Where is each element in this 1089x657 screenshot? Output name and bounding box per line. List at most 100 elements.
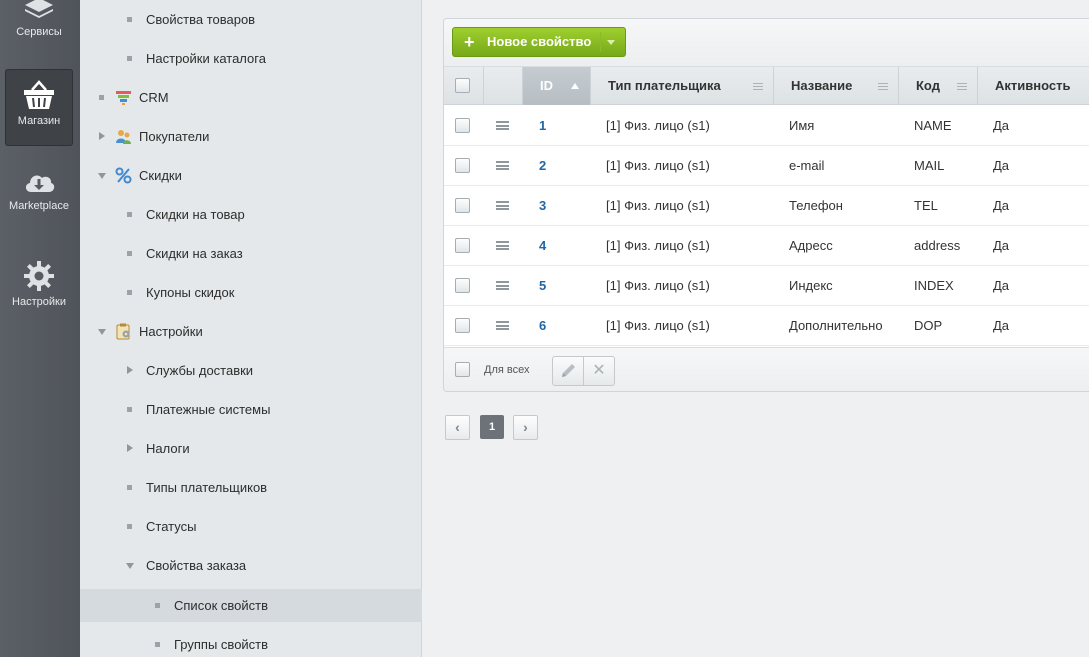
chevron-right-icon[interactable] xyxy=(127,366,133,374)
header-select-all xyxy=(444,67,484,105)
table-row[interactable]: 2 [1] Физ. лицо (s1) e-mail MAIL Да xyxy=(444,146,1089,186)
next-page-button[interactable]: › xyxy=(513,415,538,440)
menu-item-customers[interactable]: Покупатели xyxy=(80,120,422,153)
bullet-icon xyxy=(127,407,132,412)
bullet-icon xyxy=(127,56,132,61)
cell-id[interactable]: 1 xyxy=(539,106,546,146)
menu-item-discounts[interactable]: Скидки xyxy=(80,159,422,192)
bullet-icon xyxy=(127,251,132,256)
row-menu-icon[interactable] xyxy=(496,241,509,250)
select-all-checkbox[interactable] xyxy=(455,78,470,93)
menu-item-product-discounts[interactable]: Скидки на товар xyxy=(80,198,422,231)
cell-payer-type: [1] Физ. лицо (s1) xyxy=(606,318,710,333)
cell-id[interactable]: 2 xyxy=(539,146,546,186)
menu-item-payment-systems[interactable]: Платежные системы xyxy=(80,393,422,426)
menu-item-settings[interactable]: Настройки xyxy=(80,315,422,348)
rail-item-marketplace[interactable]: Marketplace xyxy=(5,168,73,228)
settings-clipboard-icon xyxy=(116,323,130,340)
table-row[interactable]: 1 [1] Физ. лицо (s1) Имя NAME Да xyxy=(444,106,1089,146)
cell-name: Телефон xyxy=(789,198,843,213)
button-separator xyxy=(600,32,601,52)
menu-item-catalog-settings[interactable]: Настройки каталога xyxy=(80,42,422,75)
cell-code: NAME xyxy=(914,118,952,133)
current-page[interactable]: 1 xyxy=(480,415,504,439)
cell-code: TEL xyxy=(914,198,938,213)
menu-item-statuses[interactable]: Статусы xyxy=(80,510,422,543)
row-checkbox[interactable] xyxy=(455,158,470,173)
bullet-icon xyxy=(127,485,132,490)
chevron-right-icon[interactable] xyxy=(127,444,133,452)
table-header: ID Тип плательщика Название Код Активнос… xyxy=(444,67,1089,105)
menu-item-order-properties[interactable]: Свойства заказа xyxy=(80,549,422,582)
cell-payer-type: [1] Физ. лицо (s1) xyxy=(606,278,710,293)
for-all-label: Для всех xyxy=(484,364,530,376)
row-checkbox[interactable] xyxy=(455,238,470,253)
rail-item-settings[interactable]: Настройки xyxy=(5,260,73,320)
table-row[interactable]: 6 [1] Физ. лицо (s1) Дополнительно DOP Д… xyxy=(444,306,1089,346)
row-menu-icon[interactable] xyxy=(496,201,509,210)
menu-item-property-groups[interactable]: Группы свойств xyxy=(80,628,422,657)
cell-active: Да xyxy=(993,158,1010,173)
column-menu-icon[interactable] xyxy=(957,83,967,90)
menu-item-delivery[interactable]: Службы доставки xyxy=(80,354,422,387)
column-header-code[interactable]: Код xyxy=(899,67,978,105)
bullet-icon xyxy=(99,95,104,100)
cell-code: MAIL xyxy=(914,158,945,173)
row-checkbox[interactable] xyxy=(455,118,470,133)
menu-item-product-properties[interactable]: Свойства товаров xyxy=(80,3,422,36)
cell-name: Индекс xyxy=(789,278,833,293)
cell-code: DOP xyxy=(914,318,943,333)
row-checkbox[interactable] xyxy=(455,198,470,213)
menu-item-crm[interactable]: CRM xyxy=(80,81,422,114)
cell-id[interactable]: 3 xyxy=(539,186,546,226)
bullet-icon xyxy=(127,17,132,22)
for-all-checkbox[interactable] xyxy=(455,362,470,377)
cell-payer-type: [1] Физ. лицо (s1) xyxy=(606,198,710,213)
rail-label-shop: Магазин xyxy=(17,115,61,127)
cell-active: Да xyxy=(993,318,1010,333)
row-checkbox[interactable] xyxy=(455,318,470,333)
menu-item-order-discounts[interactable]: Скидки на заказ xyxy=(80,237,422,270)
chevron-right-icon[interactable] xyxy=(99,132,105,140)
cell-id[interactable]: 5 xyxy=(539,266,546,306)
chevron-down-icon[interactable] xyxy=(126,563,134,569)
dropdown-arrow-icon[interactable] xyxy=(607,40,615,45)
column-menu-icon[interactable] xyxy=(753,83,763,90)
row-menu-icon[interactable] xyxy=(496,281,509,290)
cell-active: Да xyxy=(993,278,1010,293)
rail-item-services[interactable]: Сервисы xyxy=(5,0,73,48)
sort-ascending-icon xyxy=(571,83,579,89)
table-row[interactable]: 3 [1] Физ. лицо (s1) Телефон TEL Да xyxy=(444,186,1089,226)
cell-active: Да xyxy=(993,198,1010,213)
chevron-down-icon[interactable] xyxy=(98,329,106,335)
delete-button[interactable]: ✕ xyxy=(583,356,615,386)
main-content: + Новое свойство ID Тип плательщика Назв… xyxy=(423,0,1089,657)
table-row[interactable]: 4 [1] Физ. лицо (s1) Адресс address Да xyxy=(444,226,1089,266)
row-menu-icon[interactable] xyxy=(496,121,509,130)
row-menu-icon[interactable] xyxy=(496,321,509,330)
crm-funnel-icon xyxy=(116,91,131,105)
menu-item-coupons[interactable]: Купоны скидок xyxy=(80,276,422,309)
customers-icon xyxy=(116,130,131,144)
grid-footer: Для всех ✕ xyxy=(444,347,1089,391)
new-property-button[interactable]: + Новое свойство xyxy=(452,27,626,57)
prev-page-button[interactable]: ‹ xyxy=(445,415,470,440)
row-checkbox[interactable] xyxy=(455,278,470,293)
menu-item-property-list[interactable]: Список свойств xyxy=(80,589,422,622)
chevron-down-icon[interactable] xyxy=(98,173,106,179)
row-menu-icon[interactable] xyxy=(496,161,509,170)
column-menu-icon[interactable] xyxy=(878,83,888,90)
column-header-payer-type[interactable]: Тип плательщика xyxy=(591,67,774,105)
column-header-id[interactable]: ID xyxy=(523,67,591,105)
rail-item-shop[interactable]: Магазин xyxy=(5,69,73,146)
cell-name: e-mail xyxy=(789,158,825,173)
edit-button[interactable] xyxy=(552,356,584,386)
table-row[interactable]: 5 [1] Физ. лицо (s1) Индекс INDEX Да xyxy=(444,266,1089,306)
cell-id[interactable]: 4 xyxy=(539,226,546,266)
menu-item-payer-types[interactable]: Типы плательщиков xyxy=(80,471,422,504)
column-header-name[interactable]: Название xyxy=(774,67,899,105)
cell-id[interactable]: 6 xyxy=(539,306,546,346)
menu-item-taxes[interactable]: Налоги xyxy=(80,432,422,465)
cell-code: address xyxy=(914,238,961,253)
column-header-active[interactable]: Активность xyxy=(978,67,1089,105)
